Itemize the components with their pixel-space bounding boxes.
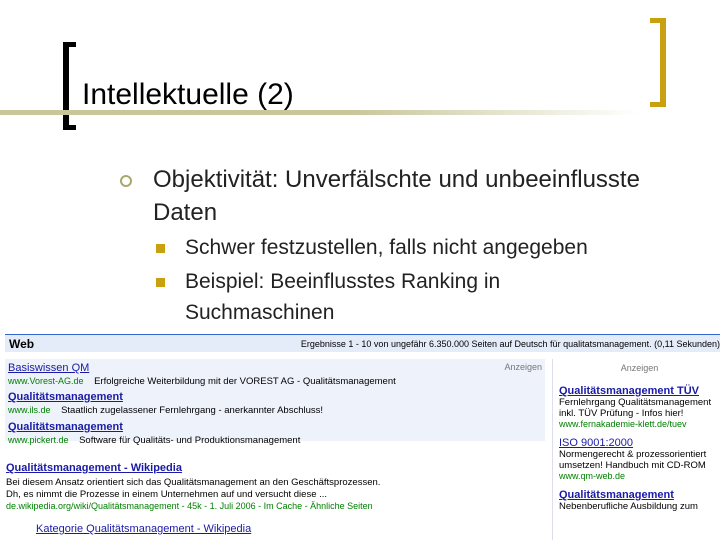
ad-url: www.pickert.de (8, 435, 69, 445)
side-ad-link[interactable]: Qualitätsmanagement (559, 490, 720, 501)
subbullet-text: Beispiel: Beeinflusstes Ranking in Suchm… (185, 270, 501, 324)
result-snippet: Bei diesem Ansatz orientiert sich das Qu… (6, 477, 381, 488)
result-link[interactable]: Kategorie Qualitätsmanagement - Wikipedi… (36, 523, 251, 535)
side-ad-text: umsetzen! Handbuch mit CD-ROM (559, 460, 706, 471)
result-snippet: Dh, es nimmt die Prozesse in einem Unter… (6, 489, 328, 500)
bullet-text: Objektivität: Unverfälschte und unbeeinf… (153, 166, 640, 226)
ad-link[interactable]: Basiswissen QM (8, 362, 89, 374)
side-ad-text: inkl. TÜV Prüfung - Infos hier! (559, 408, 684, 419)
result-link[interactable]: Qualitätsmanagement - Wikipedia (6, 462, 182, 474)
result-meta: de.wikipedia.org/wiki/Qualitätsmanagemen… (6, 501, 373, 511)
ad-desc: Erfolgreiche Weiterbildung mit der VORES… (94, 376, 396, 387)
results-info: Ergebnisse 1 - 10 von ungefähr 6.350.000… (300, 339, 720, 349)
ad-link[interactable]: Qualitätsmanagement (8, 421, 123, 433)
subbullet-text: Schwer festzustellen, falls nicht angege… (185, 236, 588, 259)
square-bullet-icon (156, 244, 165, 253)
ad-url: www.Vorest-AG.de (8, 376, 84, 386)
top-ads: Anzeigen Basiswissen QM www.Vorest-AG.de… (5, 359, 545, 446)
ads-label: Anzeigen (504, 362, 542, 372)
slide-title: Intellektuelle (2) (82, 78, 294, 111)
side-ad-url: www.fernakademie-klett.de/tuev (559, 419, 687, 429)
ad-desc: Software für Qualitäts- und Produktionsm… (79, 435, 301, 446)
right-bracket-decoration (650, 18, 666, 107)
left-bracket-decoration (63, 42, 76, 130)
side-ad-text: Normengerecht & prozessorientiert (559, 449, 707, 460)
side-ad-url: www.qm-web.de (559, 471, 626, 481)
circle-bullet-icon (120, 175, 132, 187)
square-bullet-icon (156, 278, 165, 287)
side-ads-label: Anzeigen (620, 363, 659, 373)
side-ad-text: Fernlehrgang Qualitätsmanagement (559, 397, 712, 408)
side-ad-link[interactable]: ISO 9001:2000 (559, 438, 720, 449)
side-ad-link[interactable]: Qualitätsmanagement TÜV (559, 386, 720, 397)
web-bar: Web Ergebnisse 1 - 10 von ungefähr 6.350… (5, 334, 720, 352)
search-results-screenshot: Web Ergebnisse 1 - 10 von ungefähr 6.350… (0, 332, 720, 540)
side-ads: Anzeigen Qualitätsmanagement TÜV Fernleh… (552, 359, 720, 540)
ad-desc: Staatlich zugelassener Fernlehrgang - an… (61, 405, 324, 416)
web-label: Web (9, 337, 35, 351)
ad-url: www.ils.de (8, 405, 51, 415)
ad-link[interactable]: Qualitätsmanagement (8, 391, 123, 403)
side-ad-text: Nebenberufliche Ausbildung zum (559, 501, 698, 512)
